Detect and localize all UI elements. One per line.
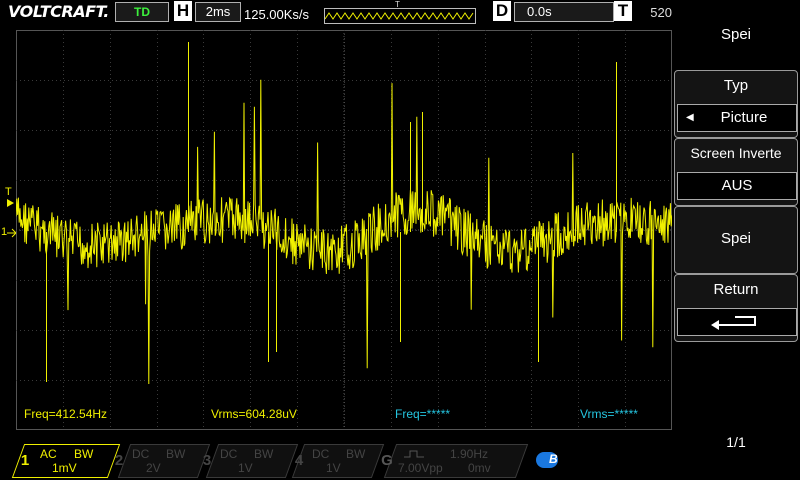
channel2-coupling: DC: [132, 447, 150, 461]
channel2-bw: BW: [166, 447, 186, 461]
sample-rate: 125.00Ks/s: [244, 7, 310, 22]
generator-frequency: 1.90Hz: [450, 447, 489, 461]
left-arrow-icon: ◀: [686, 112, 694, 123]
invert-label: Screen Inverte: [690, 145, 782, 161]
trigger-label: T: [614, 1, 632, 21]
mode-badge[interactable]: TD: [115, 2, 169, 22]
typ-value-text: Picture: [720, 109, 768, 126]
generator-offset: 0mv: [468, 461, 491, 475]
top-status-bar: VOLTCRAFT. TD H 2ms 125.00Ks/s T D 0.0s …: [0, 0, 672, 26]
channel1-number: 1: [20, 452, 30, 469]
measurement-freq-ch2: Freq=*****: [395, 407, 451, 421]
delay-value[interactable]: 0.0s: [514, 2, 614, 22]
trigger-level-arrow-icon: [7, 199, 14, 207]
channel3-number: 3: [202, 452, 212, 469]
measurement-freq-ch1: Freq=412.54Hz: [24, 407, 108, 421]
side-menu: Spei Typ ◀ Picture Screen Inverte AUS Sp…: [672, 0, 800, 480]
measurement-vrms-ch1: Vrms=604.28uV: [211, 407, 297, 421]
timebase-value[interactable]: 2ms: [195, 2, 241, 22]
page-indicator: 1/1: [726, 434, 746, 450]
channel4-coupling: DC: [312, 447, 330, 461]
channel1-coupling: AC: [40, 447, 57, 461]
invert-value[interactable]: AUS: [677, 172, 797, 200]
channel4-bw: BW: [346, 447, 366, 461]
typ-value[interactable]: ◀ Picture: [677, 104, 797, 132]
channel2-scale: 2V: [146, 461, 161, 475]
channel3-coupling: DC: [220, 447, 238, 461]
horizontal-label: H: [174, 1, 192, 21]
square-wave-icon: [404, 450, 424, 458]
waveform-display[interactable]: [15, 30, 673, 430]
channel4-scale: 1V: [326, 461, 341, 475]
channel1-bw: BW: [74, 447, 94, 461]
generator-amplitude: 7.00Vpp: [398, 461, 443, 475]
generator-letter: G: [381, 452, 393, 469]
waveform-overview-icon: [324, 12, 474, 20]
channel2-number: 2: [114, 452, 124, 469]
bus-button-label: B: [549, 452, 558, 466]
memory-depth-indicator: [324, 8, 476, 24]
channel-bar: 1 AC BW 1mV 2 DC BW 2V 3 DC BW 1V 4 DC B…: [0, 440, 672, 480]
return-label: Return: [713, 281, 759, 298]
return-arrow-icon: [711, 316, 756, 330]
return-button[interactable]: [677, 308, 797, 336]
brand-logo: VOLTCRAFT.: [8, 2, 109, 21]
typ-label: Typ: [723, 77, 749, 94]
save-label: Spei: [720, 230, 752, 247]
channel4-number: 4: [294, 452, 304, 469]
channel1-scale: 1mV: [52, 461, 77, 475]
trigger-value[interactable]: 520: [632, 4, 672, 22]
channel3-bw: BW: [254, 447, 274, 461]
waveform-grid: [15, 30, 673, 430]
measurement-vrms-ch2: Vrms=*****: [580, 407, 638, 421]
channel3-scale: 1V: [238, 461, 253, 475]
delay-label: D: [493, 1, 511, 21]
bus-button[interactable]: B: [536, 452, 558, 468]
trigger-level-marker[interactable]: T: [5, 186, 12, 198]
menu-title: Spei: [720, 26, 752, 43]
